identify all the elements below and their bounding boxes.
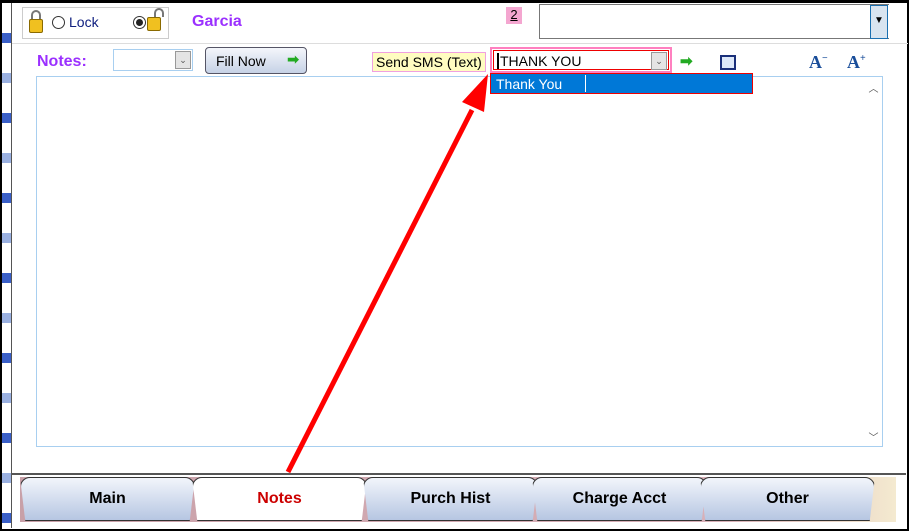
lock-open-icon (147, 8, 164, 31)
lock-label[interactable]: Lock (69, 14, 99, 30)
fill-now-button[interactable]: Fill Now ➡ (205, 47, 307, 74)
divider (11, 3, 12, 528)
checkbox-icon[interactable] (720, 55, 736, 70)
tab-charge-acct[interactable]: Charge Acct (532, 477, 707, 521)
top-combo[interactable] (539, 4, 889, 39)
unlock-radio[interactable] (133, 16, 146, 29)
notes-select[interactable]: ⌄ (113, 49, 193, 71)
notes-label: Notes: (37, 53, 87, 70)
tab-label: Purch Hist (410, 490, 491, 507)
tab-notes[interactable]: Notes (192, 477, 367, 521)
scrollbar[interactable]: ︿ ﹀ (865, 77, 882, 446)
divider (12, 473, 906, 475)
tab-other[interactable]: Other (700, 477, 875, 521)
tab-label: Notes (257, 490, 302, 507)
font-decrease-icon[interactable]: A− (809, 52, 828, 73)
divider (12, 43, 908, 44)
chevron-down-icon[interactable]: ⌄ (175, 51, 191, 69)
count-badge[interactable]: 2 (506, 7, 522, 24)
tab-label: Main (89, 490, 126, 507)
dropdown-option[interactable]: Thank You (490, 73, 753, 94)
background-window-edge (2, 3, 11, 528)
send-arrow-icon[interactable]: ➡ (680, 52, 693, 70)
arrow-right-icon: ➡ (287, 51, 299, 67)
tab-strip: Main Notes Purch Hist Charge Acct Other (20, 477, 896, 522)
customer-name: Garcia (192, 13, 242, 30)
send-sms-label[interactable]: Send SMS (Text) (372, 52, 486, 72)
fill-now-label: Fill Now (216, 53, 266, 69)
divider (585, 75, 586, 92)
lock-closed-icon (29, 10, 43, 33)
tab-purch-hist[interactable]: Purch Hist (363, 477, 538, 521)
tab-label: Charge Acct (572, 490, 667, 507)
chevron-down-icon[interactable]: ▼ (870, 5, 888, 39)
tab-main[interactable]: Main (20, 477, 195, 521)
scroll-down-icon[interactable]: ﹀ (865, 429, 882, 444)
sms-template-combo[interactable]: THANK YOU ⌄ (490, 47, 672, 73)
lock-radio[interactable] (52, 16, 65, 29)
notes-textarea[interactable]: ︿ ﹀ (36, 76, 883, 447)
lock-group: Lock (22, 7, 169, 39)
tab-label: Other (766, 490, 809, 507)
chevron-down-icon[interactable]: ⌄ (651, 52, 667, 70)
dropdown-option-label: Thank You (496, 76, 563, 92)
font-increase-icon[interactable]: A+ (847, 52, 866, 73)
scroll-up-icon[interactable]: ︿ (865, 80, 882, 95)
sms-template-value[interactable]: THANK YOU (497, 53, 582, 69)
